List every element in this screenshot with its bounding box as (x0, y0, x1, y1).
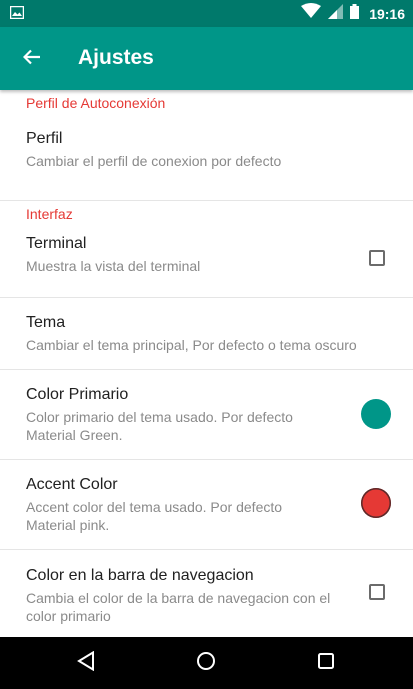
pref-title: Color en la barra de navegacion (26, 567, 254, 584)
pref-terminal[interactable]: Terminal Muestra la vista del terminal (0, 227, 413, 298)
pref-title: Tema (26, 314, 66, 331)
navigation-bar (0, 637, 413, 689)
pref-title: Accent Color (26, 476, 118, 493)
page-title: Ajustes (78, 46, 154, 69)
pref-summary: Color primario del tema usado. Por defec… (26, 409, 293, 443)
image-icon (9, 5, 25, 24)
app-bar: Ajustes (0, 27, 413, 90)
section-header-autoconexion: Perfil de Autoconexión (26, 95, 166, 111)
section-header-interfaz: Interfaz (26, 206, 73, 222)
pref-perfil[interactable]: Perfil Cambiar el perfil de conexion por… (0, 116, 413, 201)
accent-color-swatch[interactable] (361, 488, 391, 518)
nav-recents-button[interactable] (312, 649, 340, 677)
pref-summary: Cambiar el tema principal, Por defecto o… (26, 337, 357, 353)
wifi-icon (301, 3, 322, 24)
pref-summary: Cambiar el perfil de conexion por defect… (26, 153, 282, 169)
nav-home-icon (196, 651, 216, 676)
status-time: 19:16 (369, 5, 405, 22)
back-button[interactable] (12, 39, 52, 79)
pref-summary: Muestra la vista del terminal (26, 258, 201, 274)
pref-color-primario[interactable]: Color Primario Color primario del tema u… (0, 370, 413, 460)
battery-icon (350, 3, 360, 24)
status-bar: 19:16 (0, 0, 413, 27)
pref-title: Color Primario (26, 386, 129, 403)
pref-nav-color[interactable]: Color en la barra de navegacion Cambia e… (0, 550, 413, 637)
signal-icon (328, 3, 344, 24)
terminal-checkbox[interactable] (369, 250, 385, 266)
nav-home-button[interactable] (192, 649, 220, 677)
nav-recents-icon (317, 652, 335, 675)
settings-list[interactable]: Perfil de Autoconexión Perfil Cambiar el… (0, 90, 413, 637)
pref-title: Terminal (26, 235, 87, 252)
pref-tema[interactable]: Tema Cambiar el tema principal, Por defe… (0, 298, 413, 370)
back-arrow-icon (22, 49, 41, 70)
nav-back-button[interactable] (72, 649, 100, 677)
color-primario-swatch[interactable] (361, 399, 391, 429)
nav-color-checkbox[interactable] (369, 584, 385, 600)
nav-back-icon (77, 650, 95, 676)
pref-summary: Cambia el color de la barra de navegacio… (26, 590, 331, 624)
pref-accent-color[interactable]: Accent Color Accent color del tema usado… (0, 460, 413, 550)
pref-summary: Accent color del tema usado. Por defecto… (26, 499, 283, 533)
pref-title: Perfil (26, 130, 63, 147)
